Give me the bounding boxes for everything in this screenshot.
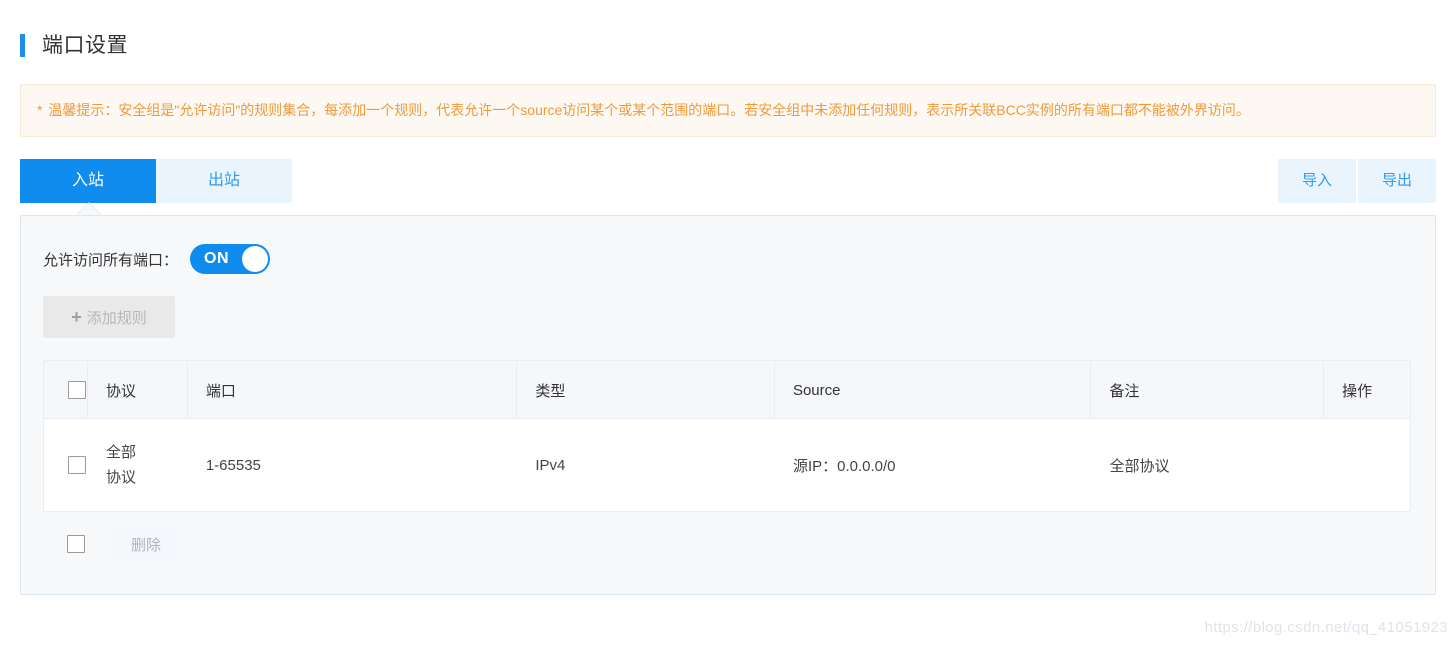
column-header-protocol: 协议 xyxy=(88,361,188,419)
allow-all-ports-toggle[interactable]: ON xyxy=(190,244,271,274)
column-header-action: 操作 xyxy=(1342,382,1373,400)
add-rule-label: 添加规则 xyxy=(86,309,147,327)
rules-table: 协议 端口 类型 Source 备注 操作 全部协议 1-65535 IPv4 … xyxy=(43,360,1411,512)
toggle-knob xyxy=(242,246,269,272)
column-header-port: 端口 xyxy=(188,361,518,419)
page-title: 端口设置 xyxy=(42,33,128,57)
title-accent-bar xyxy=(20,33,25,57)
watermark: https://blog.csdn.net/qq_41051923 xyxy=(1204,619,1448,636)
cell-protocol: 全部协议 xyxy=(88,419,188,511)
cell-type: IPv4 xyxy=(535,456,566,474)
footer-select-all-checkbox[interactable] xyxy=(67,535,85,553)
import-button[interactable]: 导入 xyxy=(1278,159,1356,203)
tab-outbound[interactable]: 出站 xyxy=(156,159,292,203)
tip-banner: * 温馨提示：安全组是"允许访问"的规则集合，每添加一个规则，代表允许一个sou… xyxy=(20,84,1436,137)
row-select-cell xyxy=(44,419,88,511)
add-rule-button[interactable]: + 添加规则 xyxy=(43,296,175,338)
select-all-cell xyxy=(44,361,88,419)
plus-icon: + xyxy=(71,307,82,327)
cell-action[interactable] xyxy=(1324,419,1410,511)
column-header-remark: 备注 xyxy=(1091,361,1325,419)
panel-wrapper: 允许访问所有端口： ON + 添加规则 协议 端口 类型 Source 备注 操… xyxy=(20,203,1436,595)
cell-port: 1-65535 xyxy=(205,456,261,474)
rules-panel: 允许访问所有端口： ON + 添加规则 协议 端口 类型 Source 备注 操… xyxy=(20,215,1436,595)
delete-button[interactable]: 删除 xyxy=(115,526,178,562)
export-button[interactable]: 导出 xyxy=(1358,159,1436,203)
table-header-row: 协议 端口 类型 Source 备注 操作 xyxy=(44,361,1410,419)
toggle-state-label: ON xyxy=(204,250,230,267)
page-header: 端口设置 xyxy=(0,0,1456,62)
cell-remark: 全部协议 xyxy=(1109,457,1170,475)
allow-all-ports-row: 允许访问所有端口： ON xyxy=(43,244,1413,274)
tip-asterisk: * xyxy=(37,102,43,118)
tabs-row: 入站 出站 导入 导出 xyxy=(20,159,1436,203)
toolbar-actions: 导入 导出 xyxy=(1278,159,1436,203)
tab-inbound[interactable]: 入站 xyxy=(20,159,156,203)
column-header-source: Source xyxy=(775,361,1092,419)
select-all-checkbox[interactable] xyxy=(68,381,86,399)
table-row: 全部协议 1-65535 IPv4 源IP：0.0.0.0/0 全部协议 xyxy=(44,419,1410,511)
panel-caret-icon xyxy=(77,203,101,215)
tab-list: 入站 出站 xyxy=(20,159,292,203)
allow-all-ports-label: 允许访问所有端口： xyxy=(43,251,179,269)
cell-source: 源IP：0.0.0.0/0 xyxy=(792,457,896,475)
row-checkbox[interactable] xyxy=(68,456,86,474)
table-footer: 删除 xyxy=(43,512,1413,576)
tip-text: 温馨提示：安全组是"允许访问"的规则集合，每添加一个规则，代表允许一个sourc… xyxy=(48,102,1250,118)
cell-protocol-text: 全部协议 xyxy=(105,444,136,486)
column-header-type: 类型 xyxy=(517,361,775,419)
